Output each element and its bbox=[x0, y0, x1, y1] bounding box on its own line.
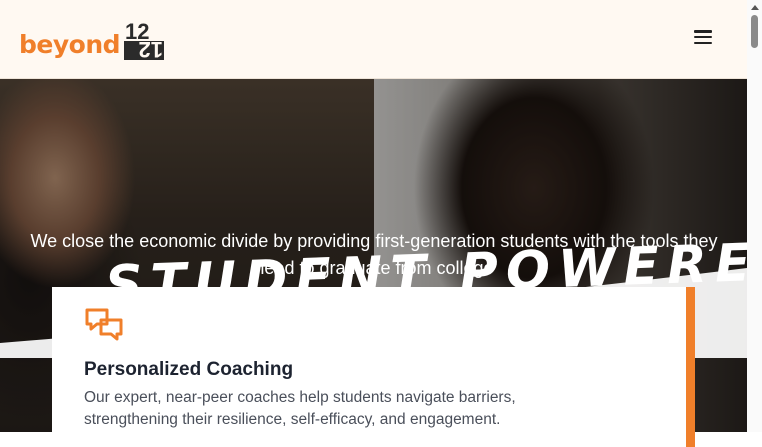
logo[interactable]: beyond 12 12 bbox=[19, 18, 165, 60]
page-scrollbar[interactable] bbox=[747, 0, 762, 432]
card-accent-bar bbox=[686, 287, 695, 447]
scroll-up-arrow-icon[interactable] bbox=[751, 5, 759, 10]
chat-bubbles-icon bbox=[85, 308, 123, 341]
logo-12-mark: 12 12 bbox=[124, 20, 165, 60]
site-header: beyond 12 12 bbox=[0, 0, 747, 79]
card-title: Personalized Coaching bbox=[84, 359, 294, 380]
hamburger-menu-icon[interactable] bbox=[694, 30, 712, 46]
feature-card: Personalized Coaching Our expert, near-p… bbox=[52, 287, 686, 447]
logo-wordmark: beyond bbox=[19, 30, 121, 59]
logo-mark-bottom: 12 bbox=[139, 37, 163, 60]
card-body: Our expert, near-peer coaches help stude… bbox=[84, 389, 516, 428]
hero-tagline: We close the economic divide by providin… bbox=[30, 231, 718, 278]
scroll-thumb[interactable] bbox=[751, 15, 758, 48]
